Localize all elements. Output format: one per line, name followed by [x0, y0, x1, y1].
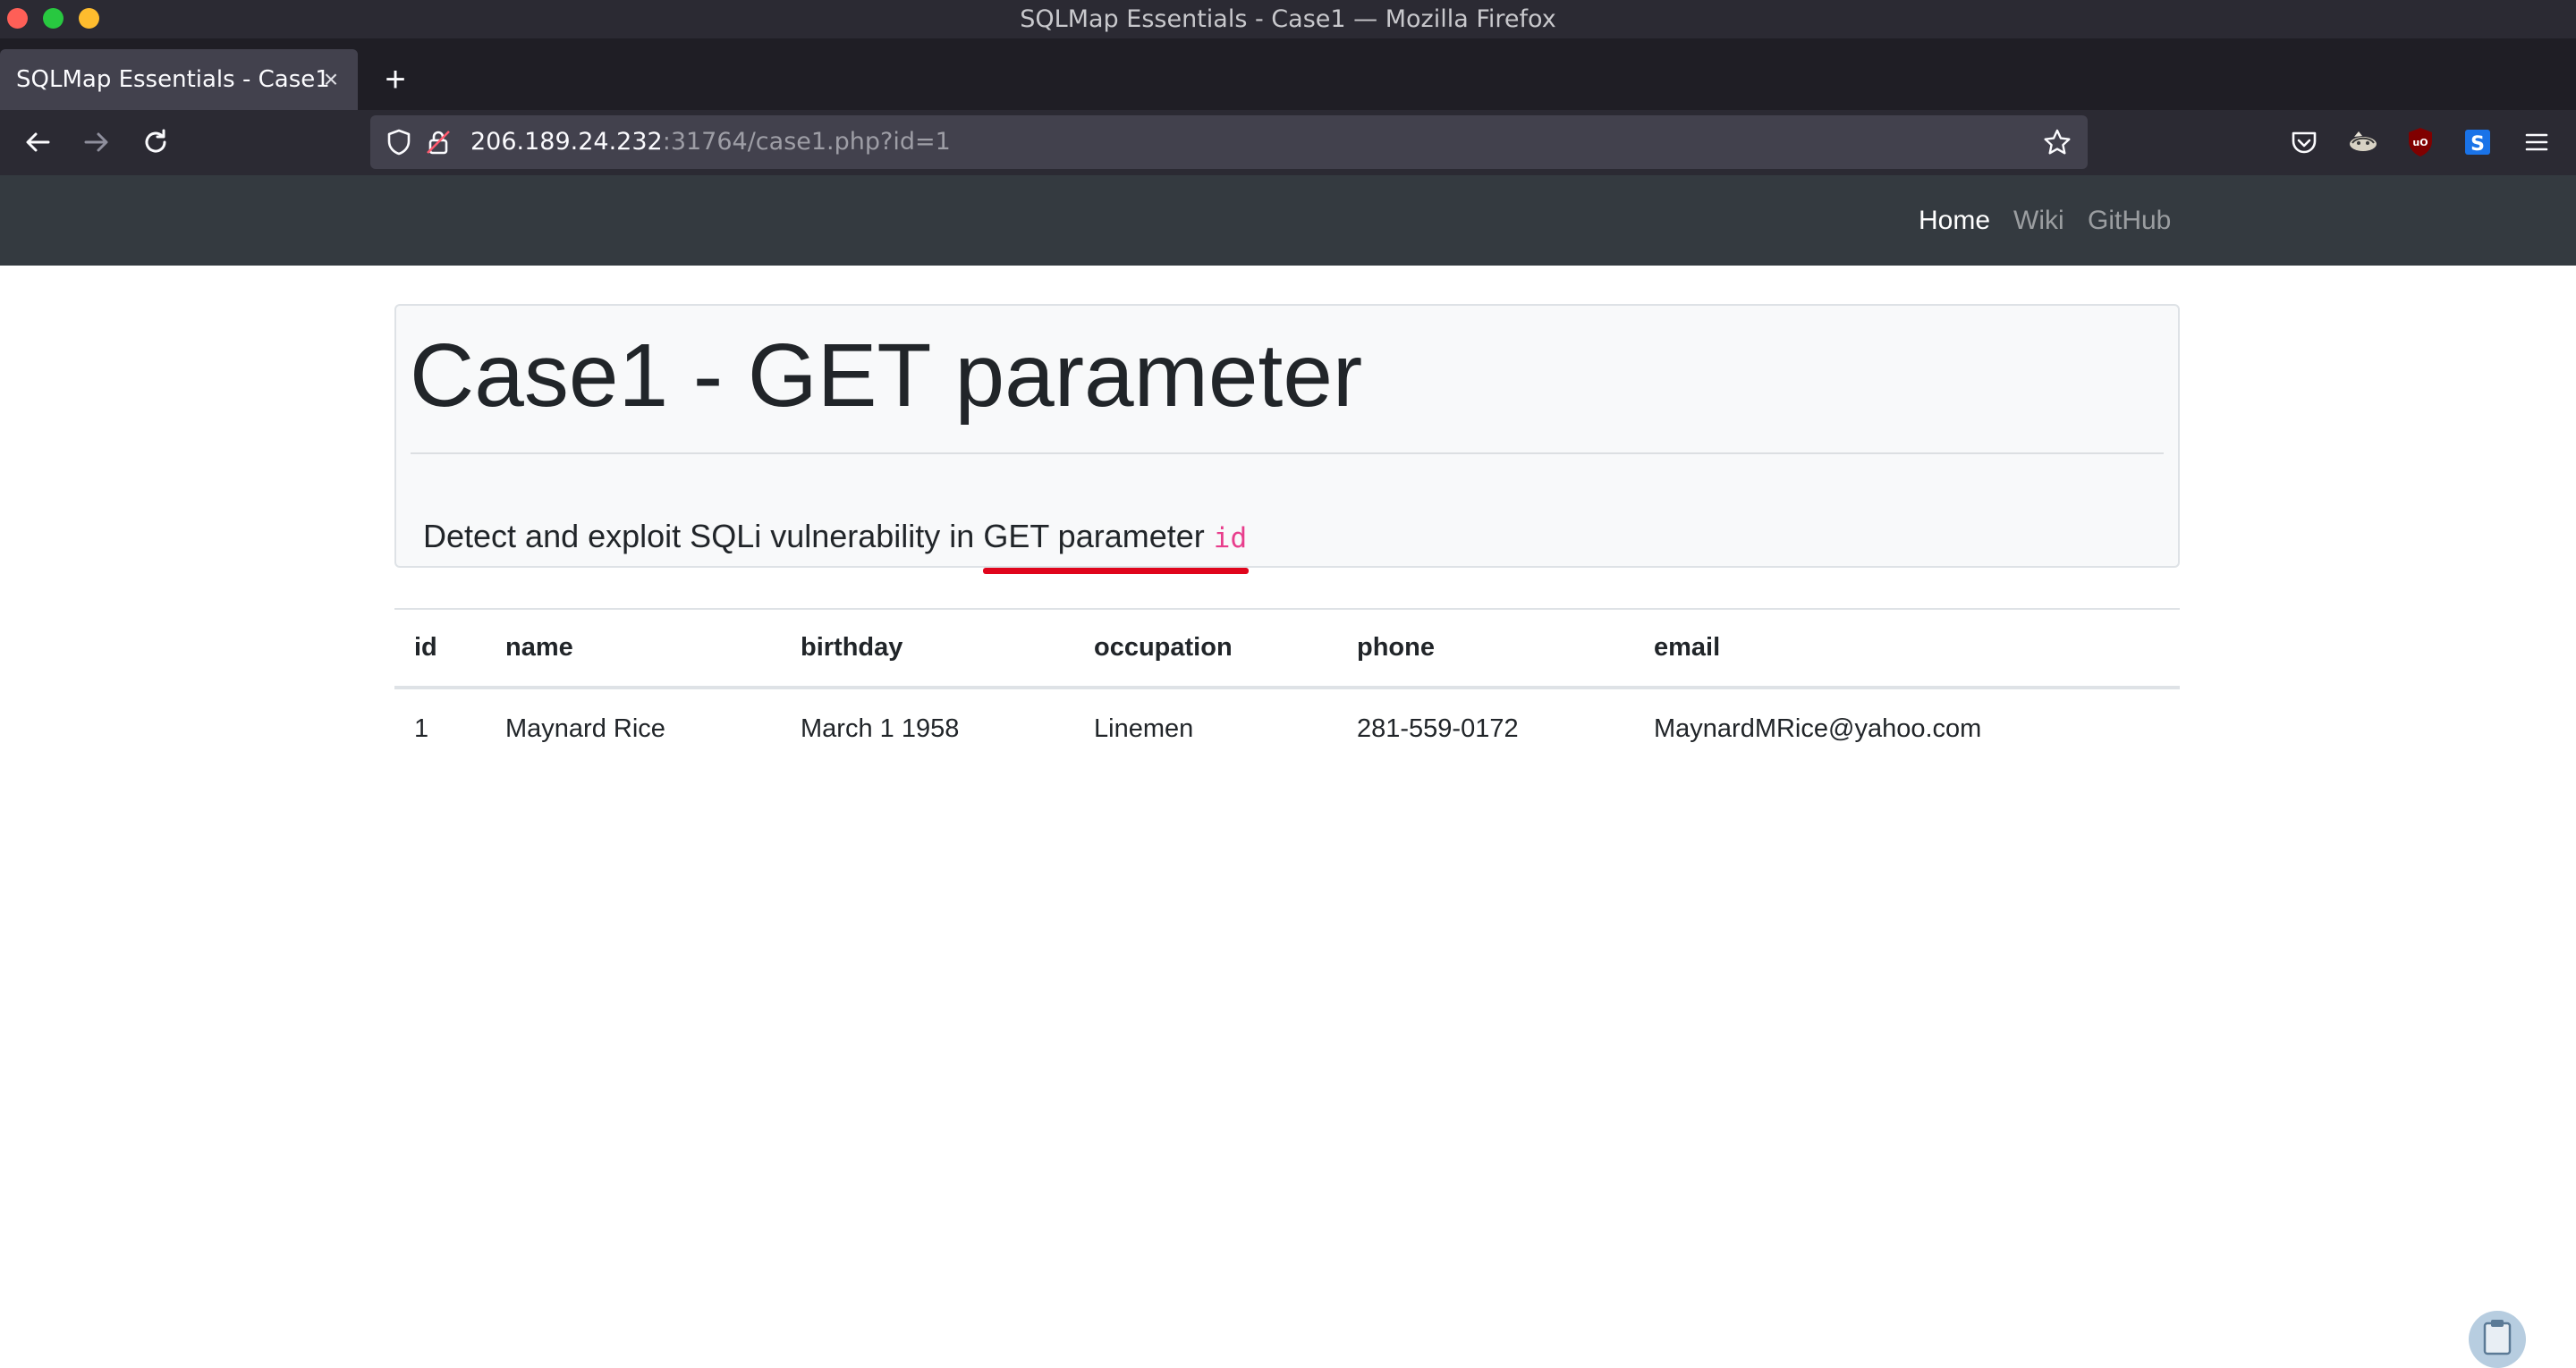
table-row: 1 Maynard Rice March 1 1958 Linemen 281-…	[394, 688, 2180, 768]
tab-label: SQLMap Essentials - Case1	[16, 66, 330, 93]
star-icon[interactable]	[2041, 126, 2073, 158]
tab-sqlmap-case1[interactable]: SQLMap Essentials - Case1 ×	[0, 49, 358, 110]
parameter-code: id	[1213, 522, 1248, 554]
column-header-birthday: birthday	[801, 633, 903, 662]
highlighted-parameter: GET parameter id	[983, 513, 1250, 574]
window-title: SQLMap Essentials - Case1 — Mozilla Fire…	[1020, 5, 1556, 33]
nav-link-home[interactable]: Home	[1919, 175, 1990, 266]
lead-text: Detect and exploit SQLi vulnerability in…	[423, 513, 1250, 574]
column-header-email: email	[1654, 633, 1721, 662]
url-bar[interactable]: 206.189.24.232:31764/case1.php?id=1	[370, 115, 2088, 169]
cell-id: 1	[414, 714, 429, 743]
column-header-occupation: occupation	[1094, 633, 1233, 662]
url-path: :31764/case1.php?id=1	[662, 128, 951, 156]
jumbotron: Case1 - GET parameter Detect and exploit…	[394, 304, 2180, 574]
nav-link-github[interactable]: GitHub	[2088, 175, 2171, 266]
cell-name: Maynard Rice	[505, 714, 665, 743]
red-underline-annotation	[983, 568, 1250, 574]
svg-text:S: S	[2470, 133, 2485, 156]
column-header-id: id	[414, 633, 437, 662]
url-text[interactable]: 206.189.24.232:31764/case1.php?id=1	[470, 115, 951, 169]
cell-occupation: Linemen	[1094, 714, 1194, 743]
clipboard-widget-icon[interactable]	[2469, 1311, 2526, 1368]
cell-phone: 281-559-0172	[1357, 714, 1519, 743]
new-tab-icon[interactable]: +	[376, 60, 415, 99]
forward-icon[interactable]	[77, 122, 116, 162]
close-tab-icon[interactable]: ×	[317, 65, 345, 94]
svg-text:uO: uO	[2412, 137, 2428, 148]
url-host: 206.189.24.232	[470, 128, 663, 156]
column-header-name: name	[505, 633, 573, 662]
nav-toolbar: 206.189.24.232:31764/case1.php?id=1 uO S	[0, 110, 2576, 175]
results-table: id name birthday occupation phone email …	[394, 608, 2180, 768]
s-extension-icon[interactable]: S	[2460, 124, 2496, 160]
column-header-phone: phone	[1357, 633, 1435, 662]
extension-icon[interactable]	[2345, 124, 2381, 160]
window-titlebar: SQLMap Essentials - Case1 — Mozilla Fire…	[0, 0, 2576, 38]
site-navbar: Home Wiki GitHub	[0, 175, 2576, 266]
jumbotron-divider	[411, 452, 2164, 454]
lock-icon[interactable]	[422, 126, 454, 158]
menu-icon[interactable]	[2519, 124, 2555, 160]
cell-birthday: March 1 1958	[801, 714, 960, 743]
back-icon[interactable]	[18, 122, 57, 162]
lead-highlight: GET parameter	[983, 518, 1205, 554]
lead-prefix: Detect and exploit SQLi vulnerability in	[423, 518, 984, 554]
nav-link-wiki[interactable]: Wiki	[2013, 175, 2064, 266]
cell-email: MaynardMRice@yahoo.com	[1654, 714, 1982, 743]
reload-icon[interactable]	[136, 122, 175, 162]
page-title: Case1 - GET parameter	[410, 325, 1363, 426]
table-header-row: id name birthday occupation phone email	[394, 609, 2180, 688]
ublock-icon[interactable]: uO	[2402, 124, 2438, 160]
shield-icon[interactable]	[383, 126, 415, 158]
tab-strip: SQLMap Essentials - Case1 × +	[0, 38, 2576, 110]
pocket-icon[interactable]	[2286, 124, 2322, 160]
